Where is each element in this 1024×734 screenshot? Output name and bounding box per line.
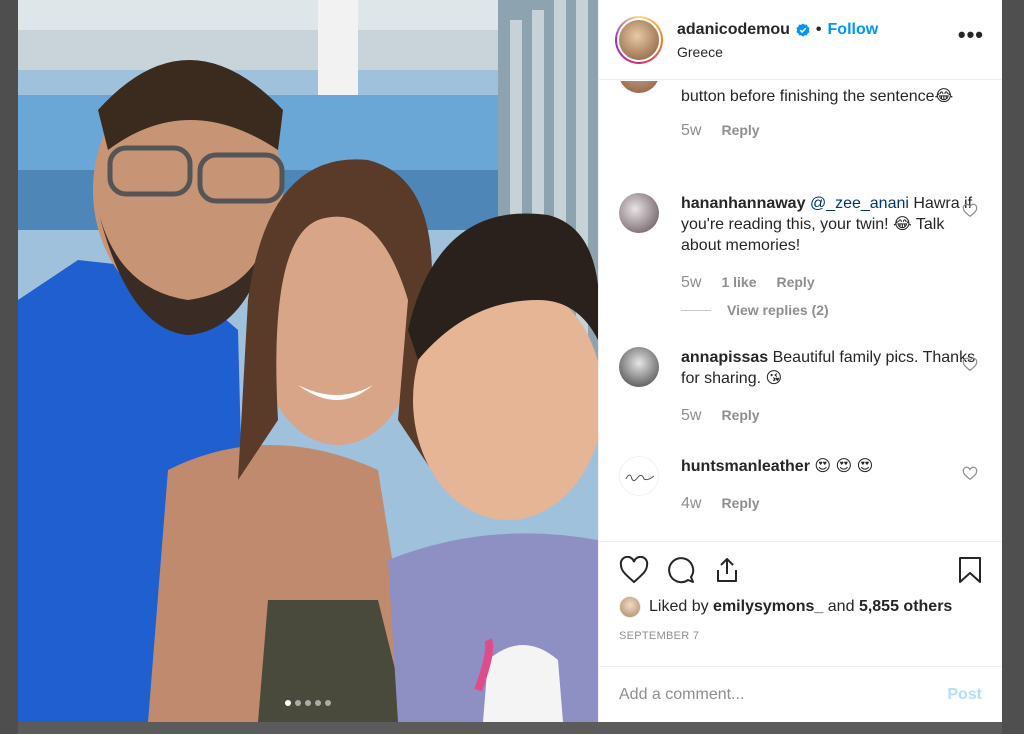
post-location[interactable]: Greece [677, 44, 878, 60]
add-comment-bar: Post [599, 666, 1002, 722]
comment-mention[interactable]: @_zee_anani [810, 195, 909, 212]
like-comment-heart-icon[interactable] [962, 357, 978, 373]
family-selfie-image [18, 0, 598, 722]
comment-item: annapissas Beautiful family pics. Thanks… [619, 347, 978, 425]
add-comment-input[interactable] [619, 685, 948, 704]
post-comment-button[interactable]: Post [947, 686, 982, 704]
comment-bubble-icon[interactable] [667, 556, 695, 584]
follow-button[interactable]: Follow [828, 21, 879, 39]
comment-time[interactable]: 5w [681, 407, 701, 425]
post-date[interactable]: SEPTEMBER 7 [619, 630, 1002, 642]
view-replies-button[interactable]: View replies (2) [681, 302, 978, 318]
header-separator: • [815, 21, 822, 38]
carousel-dot[interactable] [295, 700, 301, 706]
commenter-avatar[interactable] [619, 193, 659, 233]
reply-button[interactable]: Reply [721, 407, 759, 423]
carousel-dot[interactable] [285, 700, 291, 706]
liked-by-others[interactable]: 5,855 others [859, 598, 952, 616]
comment-username[interactable]: annapissas [681, 349, 768, 366]
author-avatar[interactable] [615, 16, 663, 64]
comment-likes-count[interactable]: 1 like [721, 274, 756, 290]
reply-button[interactable]: Reply [721, 122, 759, 138]
signature-logo-icon [625, 474, 655, 482]
reply-button[interactable]: Reply [776, 274, 814, 290]
commenter-avatar[interactable] [619, 347, 659, 387]
comment-username[interactable]: hananhannaway [681, 195, 805, 212]
post-actions-section: Liked by emilysymons_ and 5,855 others S… [599, 541, 1002, 722]
comment-item: huntsmanleather 😍 😍 😍 4w Reply [619, 456, 978, 513]
post-photo[interactable] [18, 0, 598, 722]
post-side-panel: adanicodemou • Follow Greece ••• button … [598, 0, 1002, 722]
carousel-dot[interactable] [315, 700, 321, 706]
like-heart-icon[interactable] [619, 556, 649, 584]
share-icon[interactable] [713, 556, 741, 584]
comment-text: 😍 😍 😍 [809, 458, 874, 475]
commenter-avatar[interactable] [619, 81, 659, 93]
view-replies-label: View replies (2) [727, 302, 829, 318]
post-modal: adanicodemou • Follow Greece ••• button … [18, 0, 1002, 722]
replies-divider [681, 309, 711, 311]
comment-item: hananhannaway @_zee_anani Hawra if you'r… [619, 193, 978, 318]
comment-text: button before finishing the sentence😂 [681, 88, 954, 105]
liked-by-summary: Liked by emilysymons_ and 5,855 others [619, 596, 1002, 618]
liked-by-prefix: Liked by [649, 598, 709, 615]
carousel-dot[interactable] [325, 700, 331, 706]
comment-time[interactable]: 5w [681, 122, 701, 140]
like-comment-heart-icon[interactable] [962, 466, 978, 482]
liker-avatar[interactable] [619, 596, 641, 618]
commenter-avatar[interactable] [619, 456, 659, 496]
verified-badge-icon [796, 23, 810, 37]
comment-item: button before finishing the sentence😂 5w… [619, 81, 978, 140]
liked-by-user[interactable]: emilysymons_ [713, 598, 823, 616]
comment-username[interactable]: huntsmanleather [681, 458, 810, 475]
save-bookmark-icon[interactable] [958, 556, 982, 584]
post-header: adanicodemou • Follow Greece ••• [599, 0, 1002, 80]
carousel-indicator [18, 700, 598, 706]
comment-time[interactable]: 5w [681, 274, 701, 292]
comment-time[interactable]: 4w [681, 495, 701, 513]
comments-list[interactable]: button before finishing the sentence😂 5w… [599, 81, 1002, 541]
carousel-dot[interactable] [305, 700, 311, 706]
reply-button[interactable]: Reply [721, 495, 759, 511]
liked-by-and: and [827, 598, 855, 615]
more-options-icon[interactable]: ••• [958, 24, 984, 46]
author-username[interactable]: adanicodemou [677, 21, 790, 39]
like-comment-heart-icon[interactable] [962, 203, 978, 219]
